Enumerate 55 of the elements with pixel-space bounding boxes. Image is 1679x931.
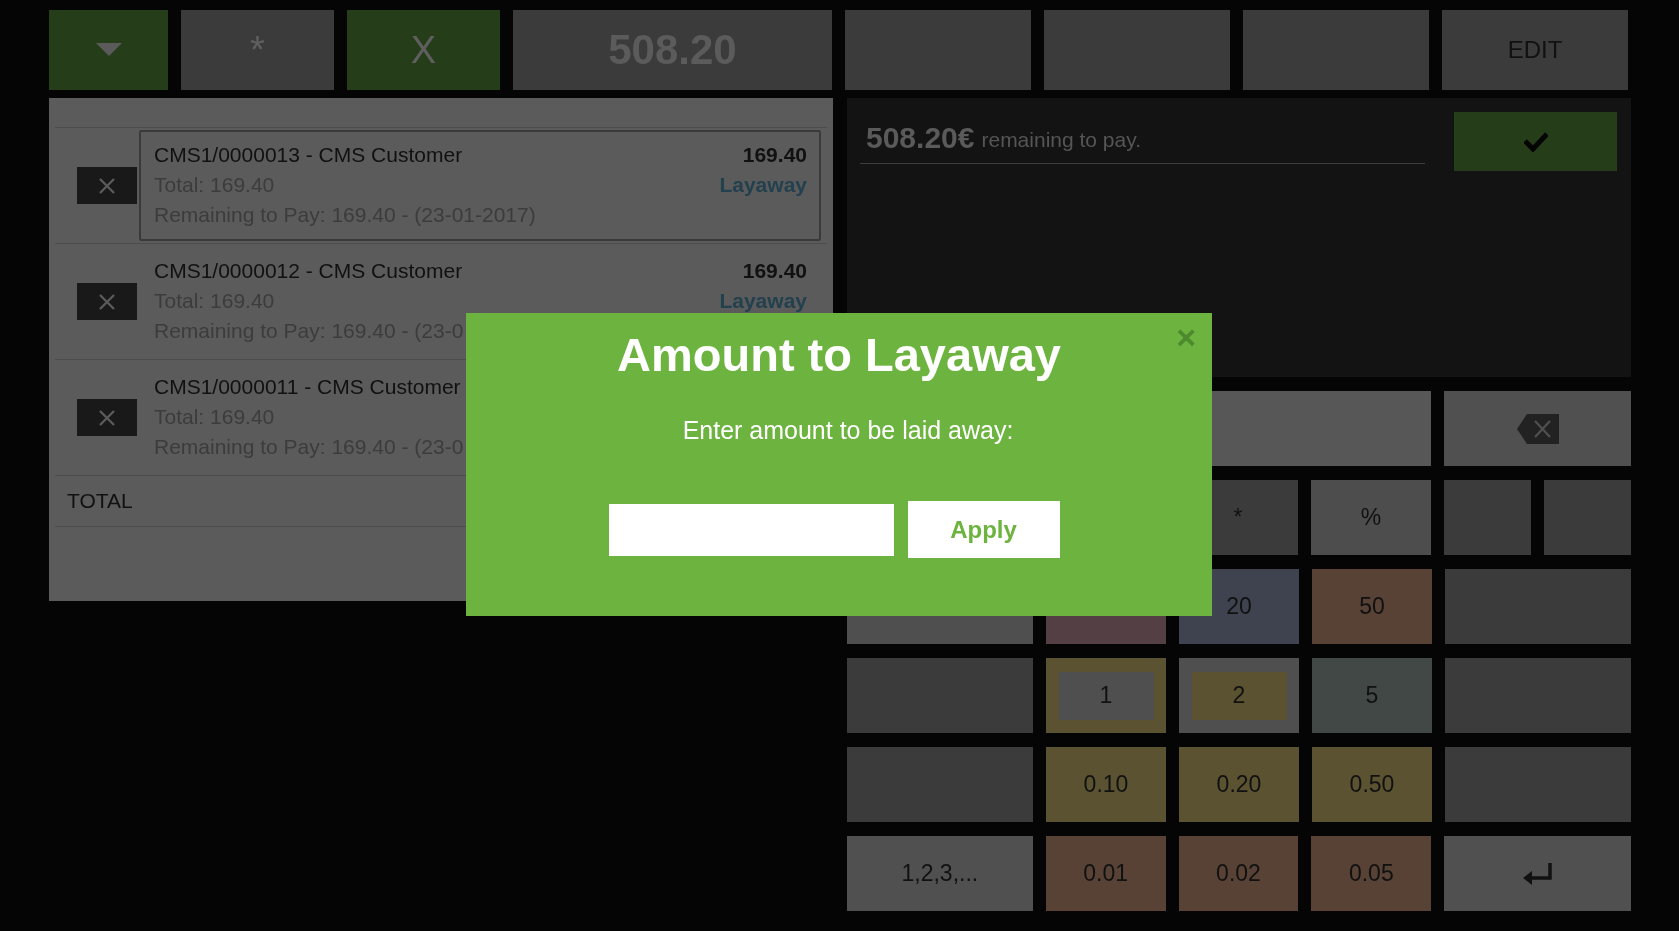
dialog-title: Amount to Layaway <box>617 327 1061 382</box>
keypad-key[interactable]: 0.02 <box>1178 836 1299 911</box>
keypad-key[interactable] <box>1445 658 1631 733</box>
keypad-key[interactable]: 50 <box>1312 569 1432 644</box>
receipt-number: CMS1/0000011 - CMS Customer <box>154 374 461 400</box>
check-icon <box>1523 131 1548 152</box>
keypad-key[interactable] <box>847 658 1033 733</box>
keypad-key[interactable] <box>1445 569 1631 644</box>
keypad-key[interactable]: 0.20 <box>1179 747 1299 822</box>
keypad-key[interactable]: 2 <box>1179 658 1299 733</box>
keypad-key[interactable] <box>847 747 1033 822</box>
dropdown-button[interactable] <box>49 10 168 90</box>
receipt-status: Layaway <box>719 288 807 314</box>
enter-key[interactable] <box>1444 836 1631 911</box>
receipt-number: CMS1/0000012 - CMS Customer <box>154 258 463 284</box>
total-label: TOTAL <box>67 488 133 514</box>
close-icon <box>98 408 116 427</box>
dialog-prompt: Enter amount to be laid away: <box>682 416 1014 445</box>
keypad-key[interactable]: 0.01 <box>1045 836 1166 911</box>
close-icon <box>98 176 116 195</box>
keypad-key[interactable]: 1 <box>1046 658 1166 733</box>
toolbar-button[interactable] <box>1044 10 1230 90</box>
toolbar-button[interactable]: X <box>347 10 500 90</box>
keypad-key[interactable]: 0.10 <box>1046 747 1166 822</box>
remove-button[interactable] <box>77 167 137 204</box>
close-button[interactable]: × <box>1172 319 1200 357</box>
toolbar-button[interactable] <box>845 10 1031 90</box>
keypad-key[interactable] <box>1445 747 1631 822</box>
caret-icon <box>95 43 122 57</box>
key-label: 1 <box>1058 671 1154 720</box>
enter-icon <box>1522 862 1553 885</box>
apply-button[interactable]: Apply <box>907 501 1060 558</box>
keypad-key[interactable]: % <box>1311 480 1431 555</box>
keypad-key[interactable]: 5 <box>1312 658 1432 733</box>
toolbar-button[interactable] <box>1243 10 1429 90</box>
close-icon <box>98 292 116 311</box>
receipt-number: CMS1/0000013 - CMS Customer <box>154 142 463 168</box>
key-label: 2 <box>1191 671 1287 720</box>
backspace-icon <box>1516 413 1559 444</box>
remove-button[interactable] <box>77 399 137 436</box>
remaining-text: remaining to pay. <box>981 126 1141 152</box>
keypad-key[interactable]: 0.50 <box>1312 747 1432 822</box>
amount-field[interactable] <box>608 503 894 556</box>
keypad-key[interactable] <box>1444 480 1531 555</box>
keypad-key[interactable]: 0.05 <box>1311 836 1432 911</box>
remaining-total: 508.20€ <box>866 120 975 155</box>
receipt-status: Layaway <box>719 172 807 198</box>
keypad-key[interactable] <box>1544 480 1631 555</box>
toolbar-button[interactable]: * <box>181 10 334 90</box>
receipt-amount: 169.40 <box>742 258 807 284</box>
backspace-key[interactable] <box>1444 391 1631 466</box>
confirm-button[interactable] <box>1454 112 1617 171</box>
remove-button[interactable] <box>77 283 137 320</box>
receipt-amount: 169.40 <box>742 142 807 168</box>
keypad-key[interactable]: 1,2,3,... <box>846 836 1033 911</box>
